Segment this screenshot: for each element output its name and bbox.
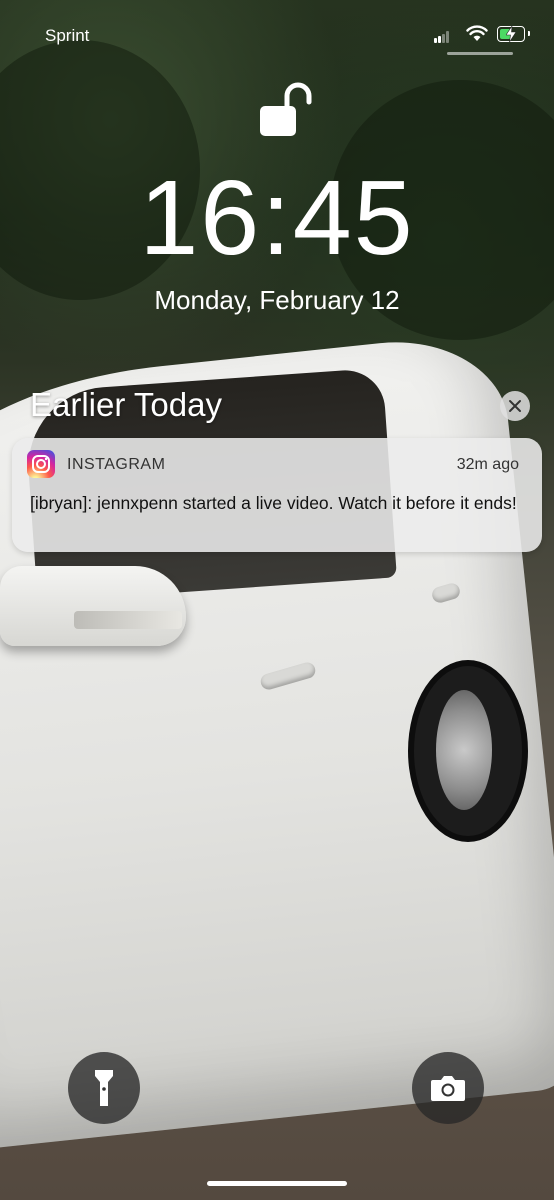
side-mirror — [0, 566, 186, 646]
control-center-indicator[interactable] — [447, 52, 513, 55]
battery-cap — [528, 31, 530, 36]
flashlight-button[interactable] — [68, 1052, 140, 1124]
notification-section-title: Earlier Today — [30, 386, 222, 423]
home-indicator[interactable] — [207, 1181, 347, 1186]
instagram-icon — [27, 450, 55, 478]
clock-time: 16:45 — [139, 159, 415, 277]
wifi-icon — [466, 25, 488, 41]
mirror-light — [74, 611, 182, 629]
car-rim — [436, 690, 492, 810]
status-bar: Sprint — [0, 0, 554, 70]
flashlight-icon — [95, 1070, 113, 1106]
unlocked-padlock-icon — [260, 82, 312, 136]
clear-notifications-button[interactable] — [500, 391, 530, 421]
clock-date: Monday, February 12 — [154, 285, 400, 315]
carrier-label: Sprint — [45, 26, 90, 45]
signal-icon — [434, 31, 449, 43]
camera-icon — [431, 1076, 465, 1101]
notification-app-name: INSTAGRAM — [67, 456, 166, 473]
close-icon — [509, 400, 521, 412]
notification-card[interactable]: INSTAGRAM 32m ago [ibryan]: jennxpenn st… — [12, 438, 542, 552]
charging-bolt-icon — [506, 26, 516, 42]
camera-button[interactable] — [412, 1052, 484, 1124]
notification-message: [ibryan]: jennxpenn started a live video… — [30, 493, 517, 513]
notification-time: 32m ago — [456, 456, 519, 473]
